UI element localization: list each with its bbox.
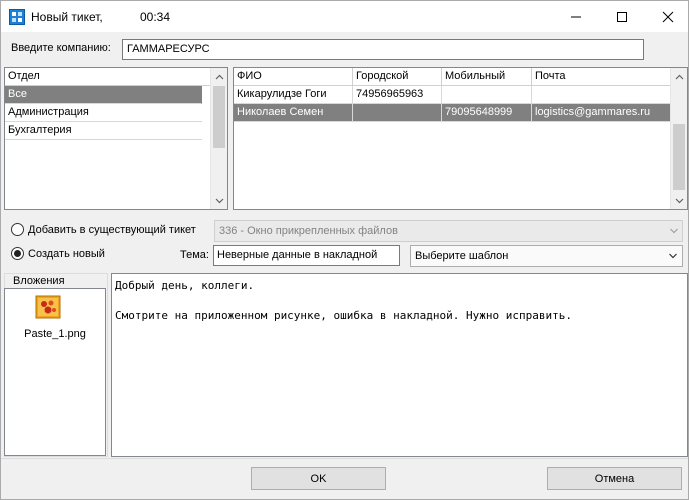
contact-email: logistics@gammares.ru (532, 104, 671, 122)
template-select[interactable]: Выберите шаблон (410, 245, 683, 267)
add-to-existing-label: Добавить в существующий тикет (28, 223, 196, 236)
contact-mobile: 79095648999 (442, 104, 532, 122)
department-name: Все (5, 86, 202, 104)
close-button[interactable] (645, 1, 689, 32)
column-header-email[interactable]: Почта (532, 68, 671, 86)
department-name: Администрация (5, 104, 202, 122)
title-bar[interactable]: Новый тикет, 00:34 (1, 1, 688, 32)
subject-input[interactable]: Неверные данные в накладной (213, 245, 400, 266)
column-header-name[interactable]: ФИО (234, 68, 353, 86)
scroll-thumb[interactable] (213, 86, 225, 148)
app-icon (9, 9, 25, 25)
create-new-option[interactable]: Создать новый (11, 247, 105, 260)
chevron-up-icon (675, 74, 684, 79)
attachments-list[interactable]: Paste_1.png (4, 288, 106, 456)
departments-header: Отдел (5, 68, 210, 86)
maximize-icon (617, 11, 627, 22)
company-input[interactable]: ГАММАРЕСУРС (122, 39, 644, 60)
template-placeholder: Выберите шаблон (415, 250, 509, 262)
scroll-up-arrow[interactable] (211, 68, 227, 85)
create-new-label: Создать новый (28, 247, 105, 260)
department-name: Бухгалтерия (5, 122, 202, 140)
existing-ticket-select: 336 - Окно прикрепленных файлов (214, 220, 683, 242)
departments-scrollbar[interactable] (210, 68, 227, 209)
chevron-down-icon (215, 198, 224, 203)
contact-name: Николаев Семен (234, 104, 353, 122)
chevron-down-icon (669, 253, 677, 259)
department-row-all[interactable]: Все (5, 86, 210, 104)
create-new-radio[interactable] (11, 247, 24, 260)
maximize-button[interactable] (599, 1, 645, 32)
contact-row[interactable]: Кикарулидзе Гоги 74956965963 (234, 86, 671, 104)
minimize-button[interactable] (553, 1, 599, 32)
contact-email (532, 86, 671, 104)
scroll-thumb[interactable] (673, 124, 685, 190)
close-icon (662, 11, 674, 22)
message-line (115, 293, 684, 308)
window-title: Новый тикет, (31, 10, 103, 24)
scroll-down-arrow[interactable] (211, 192, 227, 209)
message-line: Смотрите на приложенном рисунке, ошибка … (115, 309, 572, 322)
contact-mobile (442, 86, 532, 104)
contacts-scrollbar[interactable] (670, 68, 687, 209)
chevron-down-icon (670, 228, 678, 234)
department-row-administration[interactable]: Администрация (5, 104, 210, 122)
contacts-header: ФИО Городской Мобильный Почта (234, 68, 671, 86)
chevron-down-icon (675, 198, 684, 203)
subject-label: Тема: (180, 249, 209, 261)
image-file-icon (35, 295, 61, 319)
add-to-existing-option[interactable]: Добавить в существующий тикет (11, 223, 196, 236)
contact-phone (353, 104, 442, 122)
attachment-name: Paste_1.png (24, 328, 86, 340)
window-timer: 00:34 (140, 10, 171, 24)
attachments-title: Вложения (11, 275, 67, 287)
cancel-button[interactable]: Отмена (547, 467, 682, 490)
departments-grid[interactable]: Отдел Все Администрация Бухгалтерия (4, 67, 228, 210)
company-label: Введите компанию: (11, 42, 111, 54)
contact-phone: 74956965963 (353, 86, 442, 104)
message-line: Добрый день, коллеги. (115, 279, 255, 292)
scroll-up-arrow[interactable] (671, 68, 687, 85)
message-body[interactable]: Добрый день, коллеги. Смотрите на прилож… (111, 273, 688, 457)
scroll-down-arrow[interactable] (671, 192, 687, 209)
new-ticket-window: Новый тикет, 00:34 Введите компанию: ГАМ… (0, 0, 689, 500)
ok-button[interactable]: OK (251, 467, 386, 490)
department-row-accounting[interactable]: Бухгалтерия (5, 122, 210, 140)
column-header-mobile[interactable]: Мобильный (442, 68, 532, 86)
minimize-icon (571, 16, 581, 17)
column-header-phone[interactable]: Городской (353, 68, 442, 86)
contact-name: Кикарулидзе Гоги (234, 86, 353, 104)
contact-row-selected[interactable]: Николаев Семен 79095648999 logistics@gam… (234, 104, 671, 122)
add-to-existing-radio[interactable] (11, 223, 24, 236)
chevron-up-icon (215, 74, 224, 79)
contacts-grid[interactable]: ФИО Городской Мобильный Почта Кикарулидз… (233, 67, 688, 210)
existing-ticket-value: 336 - Окно прикрепленных файлов (219, 225, 398, 237)
column-header-department[interactable]: Отдел (5, 68, 210, 86)
